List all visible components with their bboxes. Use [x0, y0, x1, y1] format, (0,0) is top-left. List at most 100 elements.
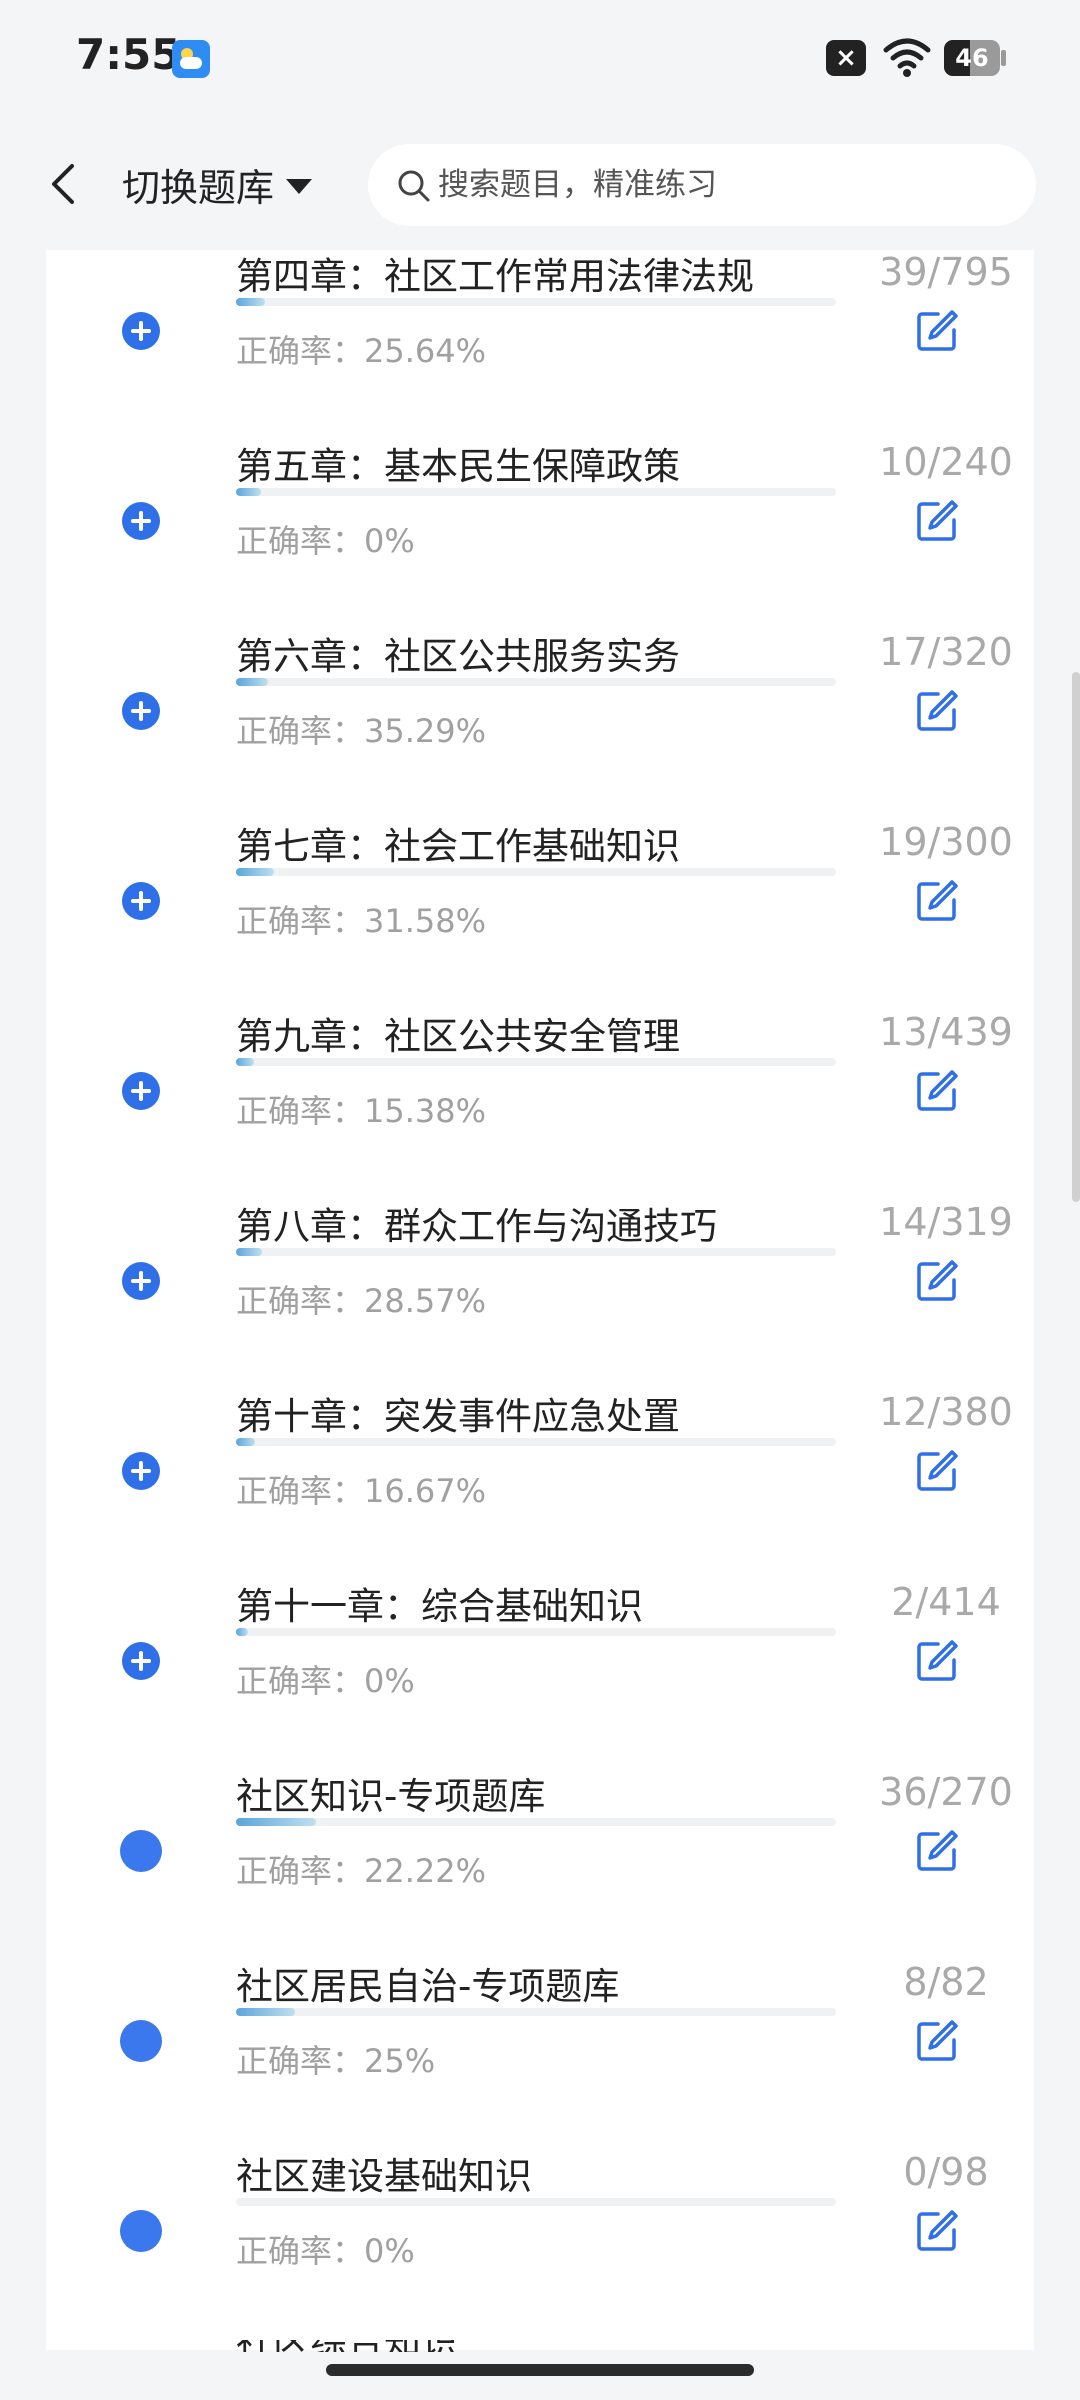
list-item[interactable]: 第八章：群众工作与沟通技巧正确率：28.57% 14/319: [46, 1180, 1034, 1370]
list-item[interactable]: 第九章：社区公共安全管理 正确率：15.38% 13/439: [46, 990, 1034, 1180]
progress-fill: [236, 1248, 263, 1256]
plus-circle-icon[interactable]: [122, 692, 160, 730]
progress-count: 36/270: [879, 1770, 1013, 1814]
edit-icon[interactable]: [914, 1068, 960, 1114]
accuracy-label: 正确率：: [236, 1282, 365, 1320]
list-item[interactable]: 社区居民自治-专项题库 正确率：25% 8/82: [46, 1940, 1034, 2130]
edit-icon[interactable]: [914, 878, 960, 924]
edit-icon[interactable]: [914, 688, 960, 734]
accuracy-value: 15.38%: [364, 1092, 487, 1130]
progress-bar: [236, 1438, 836, 1446]
battery-level: 46: [955, 44, 989, 72]
plus-circle-icon[interactable]: [122, 882, 160, 920]
edit-icon[interactable]: [914, 308, 960, 354]
accuracy-text: 正确率：0%: [236, 1656, 415, 1702]
search-icon: [398, 170, 430, 202]
accuracy-value: 31.58%: [364, 902, 487, 940]
plus-circle-icon[interactable]: [122, 1262, 160, 1300]
plus-circle-icon[interactable]: [122, 502, 160, 540]
accuracy-label: 正确率：: [236, 1092, 365, 1130]
accuracy-label: 正确率：: [236, 1472, 365, 1510]
accuracy-text: 正确率：25.64%: [236, 326, 486, 372]
progress-count: 17/320: [879, 630, 1013, 674]
progress-bar: [236, 1248, 836, 1256]
list-item[interactable]: 第十一章：综合基础知识 正确率：0% 2/414: [46, 1560, 1034, 1750]
dot-icon: [120, 1830, 162, 1872]
progress-fill: [236, 2008, 295, 2016]
accuracy-value: 16.67%: [364, 1472, 487, 1510]
progress-count: 8/82: [903, 1960, 989, 2004]
progress-bar: [236, 868, 836, 876]
battery-icon: 46: [944, 40, 1000, 76]
progress-count: 10/240: [879, 440, 1013, 484]
progress-bar: [236, 2198, 836, 2206]
scrollbar[interactable]: [1072, 672, 1080, 1202]
accuracy-label: 正确率：: [236, 332, 365, 370]
progress-count: 39/795: [879, 250, 1013, 294]
progress-fill: [236, 488, 261, 496]
progress-bar: [236, 488, 836, 496]
list-item[interactable]: 社区知识-专项题库 正确率：22.22% 36/270: [46, 1750, 1034, 1940]
home-indicator[interactable]: [326, 2364, 754, 2376]
list-item[interactable]: 社区建设基础知识 正确率：0% 0/98: [46, 2130, 1034, 2320]
plus-circle-icon[interactable]: [122, 1642, 160, 1680]
plus-circle-icon[interactable]: [122, 1452, 160, 1490]
accuracy-value: 28.57%: [364, 1282, 487, 1320]
accuracy-value: 35.29%: [364, 712, 487, 750]
list-item-partial-title: 社区综合知识: [236, 2340, 536, 2352]
accuracy-text: 正确率：0%: [236, 516, 415, 562]
progress-fill: [236, 678, 268, 686]
list-item[interactable]: 第十章：突发事件应急处置 正确率：16.67% 12/380: [46, 1370, 1034, 1560]
accuracy-text: 正确率：25%: [236, 2036, 435, 2082]
accuracy-text: 正确率：0%: [236, 2226, 415, 2272]
accuracy-value: 25%: [364, 2042, 436, 2080]
list-item-title: 社区居民自治-专项题库: [236, 1965, 620, 2008]
edit-icon[interactable]: [914, 1448, 960, 1494]
list-item[interactable]: 第四章：社区工作常用法律法规 正确率：25.64% 39/795: [46, 230, 1034, 420]
accuracy-label: 正确率：: [236, 712, 365, 750]
progress-count: 2/414: [891, 1580, 1001, 1624]
plus-circle-icon[interactable]: [122, 1072, 160, 1110]
list-item-title: 第十一章：综合基础知识: [236, 1585, 643, 1628]
list-item[interactable]: 第五章：基本民生保障政策 正确率：0% 10/240: [46, 420, 1034, 610]
list-item-title: 第十章：突发事件应急处置: [236, 1395, 680, 1438]
accuracy-label: 正确率：: [236, 1852, 365, 1890]
list-item-title: 第五章：基本民生保障政策: [236, 445, 680, 488]
progress-fill: [236, 1438, 255, 1446]
accuracy-label: 正确率：: [236, 902, 365, 940]
search-input[interactable]: [438, 144, 998, 226]
status-bar: 7:55 × 46: [0, 0, 1080, 118]
progress-fill: [236, 1818, 316, 1826]
edit-icon[interactable]: [914, 2018, 960, 2064]
progress-bar: [236, 2008, 836, 2016]
progress-fill: [236, 1058, 254, 1066]
accuracy-text: 正确率：16.67%: [236, 1466, 486, 1512]
accuracy-value: 0%: [364, 2232, 415, 2270]
list-item-partial[interactable]: 社区综合知识: [236, 2340, 536, 2352]
progress-bar: [236, 298, 836, 306]
switch-bank-button[interactable]: 切换题库: [122, 158, 313, 210]
edit-icon[interactable]: [914, 1828, 960, 1874]
progress-fill: [236, 868, 274, 876]
accuracy-value: 0%: [364, 1662, 415, 1700]
edit-icon[interactable]: [914, 498, 960, 544]
progress-bar: [236, 678, 836, 686]
list-item[interactable]: 第七章：社会工作基础知识 正确率：31.58% 19/300: [46, 800, 1034, 990]
progress-count: 0/98: [903, 2150, 989, 2194]
plus-circle-icon[interactable]: [122, 312, 160, 350]
progress-count: 14/319: [879, 1200, 1013, 1244]
back-button[interactable]: [40, 158, 90, 210]
list-item[interactable]: 第六章：社区公共服务实务 正确率：35.29% 17/320: [46, 610, 1034, 800]
accuracy-label: 正确率：: [236, 2232, 365, 2270]
list-item-title: 第八章：群众工作与沟通技巧: [236, 1205, 717, 1248]
accuracy-value: 22.22%: [364, 1852, 487, 1890]
status-time: 7:55: [76, 30, 181, 79]
progress-fill: [236, 298, 266, 306]
accuracy-text: 正确率：22.22%: [236, 1846, 486, 1892]
edit-icon[interactable]: [914, 1638, 960, 1684]
search-box[interactable]: [368, 144, 1036, 226]
accuracy-value: 25.64%: [364, 332, 487, 370]
accuracy-label: 正确率：: [236, 2042, 365, 2080]
edit-icon[interactable]: [914, 2208, 960, 2254]
edit-icon[interactable]: [914, 1258, 960, 1304]
